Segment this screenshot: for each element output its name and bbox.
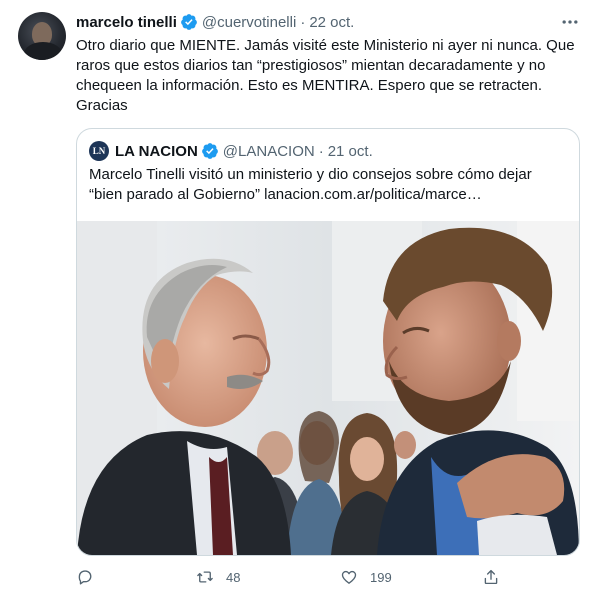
avatar[interactable]	[18, 12, 66, 60]
share-button[interactable]	[482, 566, 500, 588]
quoted-tweet-date[interactable]: 21 oct.	[328, 143, 373, 160]
tweet-actions: 48 199	[76, 566, 498, 588]
quoted-author-handle[interactable]: @LANACION	[223, 143, 315, 160]
verified-badge-icon	[181, 14, 197, 30]
tweet-text-line: Gracias	[76, 97, 128, 114]
tweet-text: Otro diario que MIENTE. Jamás visité est…	[76, 36, 576, 116]
tweet-text-line: raros que estos diarios tan “prestigioso…	[76, 57, 546, 74]
tweet-text-line: Otro diario que MIENTE. Jamás visité est…	[76, 37, 575, 54]
retweet-count: 48	[226, 569, 241, 585]
reply-icon	[78, 570, 92, 585]
quoted-text-line: Marcelo Tinelli visitó un ministerio y d…	[89, 166, 532, 183]
verified-badge-icon	[201, 143, 218, 159]
separator-dot: ·	[318, 142, 324, 160]
quoted-text-line: “bien parado al Gobierno” lanacion.com.a…	[89, 186, 482, 203]
quoted-avatar-logo: LN	[89, 141, 109, 161]
author-handle[interactable]: @cuervotinelli	[202, 14, 296, 31]
more-icon[interactable]	[560, 12, 580, 32]
quoted-tweet-text: Marcelo Tinelli visitó un ministerio y d…	[89, 165, 567, 205]
like-count: 199	[370, 569, 392, 585]
photo-illustration	[77, 221, 579, 555]
like-button[interactable]: 199	[340, 566, 392, 588]
like-icon	[341, 570, 357, 584]
separator-dot: ·	[300, 13, 306, 31]
tweet-header: marcelo tinelli @cuervotinelli · 22 oct.	[76, 12, 354, 32]
quoted-tweet-header: LN LA NACION @LANACION · 21 oct.	[89, 141, 373, 161]
quoted-tweet-photo[interactable]	[77, 221, 579, 555]
author-name[interactable]: marcelo tinelli	[76, 14, 177, 31]
tweet: marcelo tinelli @cuervotinelli · 22 oct.…	[0, 0, 596, 592]
quoted-author-name[interactable]: LA NACION	[115, 143, 198, 160]
tweet-text-line: chequeen la información. Esto es MENTIRA…	[76, 77, 543, 94]
retweet-icon	[197, 571, 213, 583]
share-icon	[484, 569, 498, 585]
quoted-tweet[interactable]: LN LA NACION @LANACION · 21 oct. Marcelo…	[76, 128, 580, 556]
avatar-body	[24, 42, 62, 60]
retweet-button[interactable]: 48	[196, 566, 240, 588]
reply-button[interactable]	[76, 566, 106, 588]
tweet-date[interactable]: 22 oct.	[309, 14, 354, 31]
